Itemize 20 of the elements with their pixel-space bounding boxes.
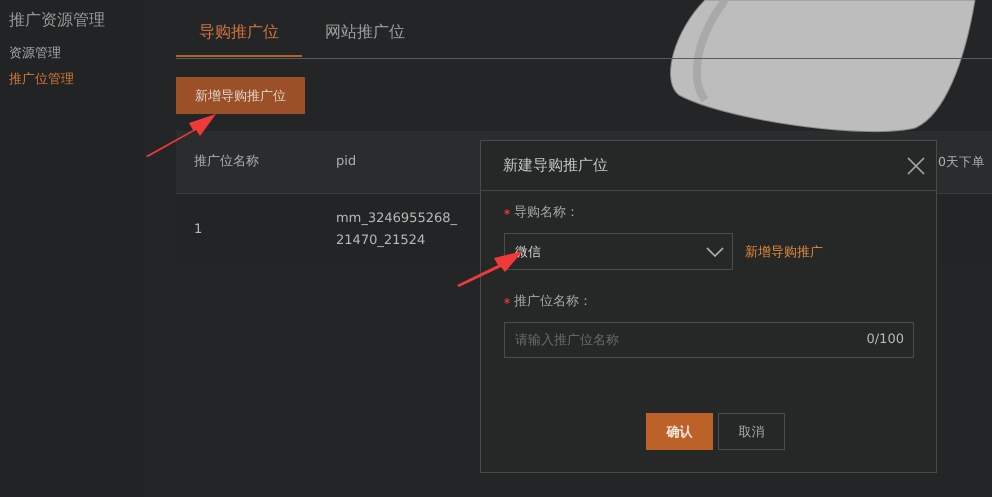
sidebar-item[interactable]: 资源管理	[9, 41, 61, 67]
column-header: 推广位名称	[193, 153, 259, 171]
field-label: 推广位名称：	[514, 293, 592, 310]
add-link[interactable]: 新增导购推广	[745, 242, 823, 260]
table-cell-text: mm_3246955268_21470_21524	[335, 210, 458, 250]
add-button[interactable]: 新增导购推广位	[176, 77, 305, 114]
chevron-down-icon	[706, 246, 724, 256]
tab[interactable]: 网站推广位	[302, 14, 428, 57]
dialog-title: 新建导购推广位	[503, 156, 608, 175]
confirm-button[interactable]: 确认	[646, 413, 713, 450]
field-label: 导购名称：	[514, 204, 579, 221]
sidebar-title: 推广资源管理	[9, 10, 105, 31]
character-count: 0/100	[866, 332, 904, 347]
column-header: pid	[335, 153, 356, 171]
sidebar-item[interactable]: 推广位管理	[9, 67, 74, 93]
table-cell-text: 1	[193, 221, 202, 239]
close-icon[interactable]	[907, 156, 925, 174]
column-header: 0天下单	[938, 153, 985, 171]
tab[interactable]: 导购推广位	[176, 14, 302, 57]
cancel-button[interactable]: 取消	[718, 413, 785, 450]
